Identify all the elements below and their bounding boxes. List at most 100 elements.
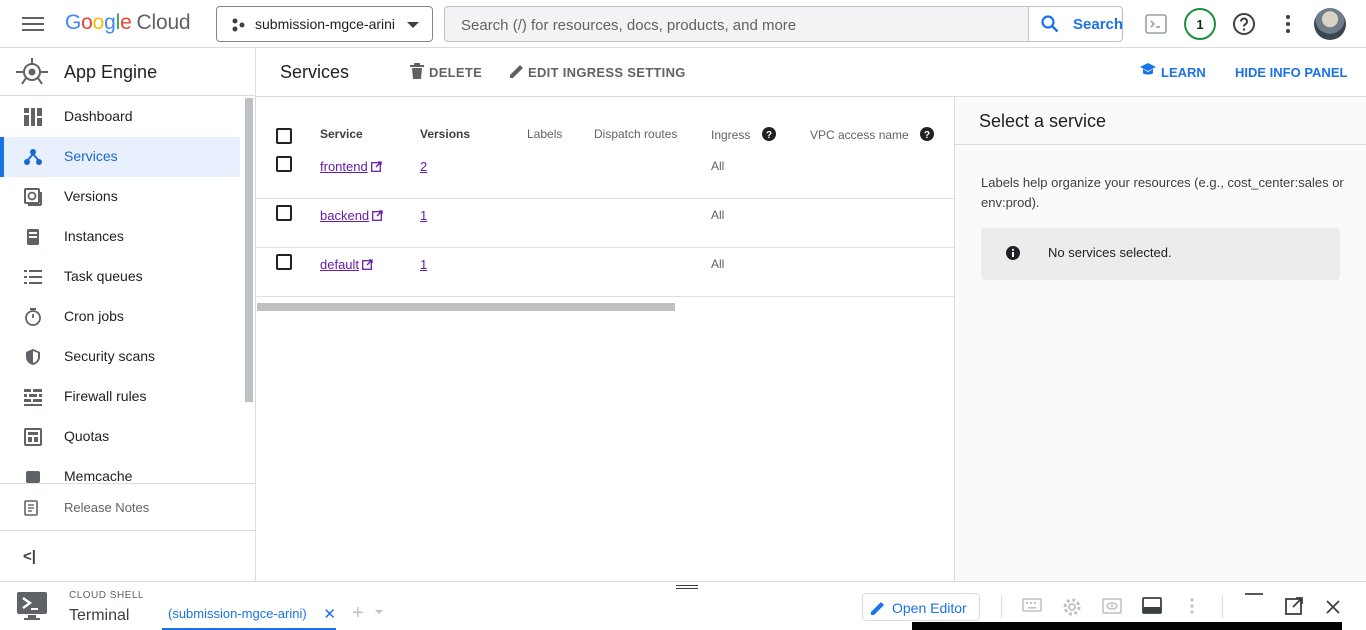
close-tab-icon[interactable]: ✕ (323, 605, 336, 623)
column-header-ingress-label: Ingress (711, 128, 751, 142)
sidebar: App Engine Dashboard Services Versions I… (0, 48, 256, 581)
service-link[interactable]: backend (320, 208, 383, 223)
page-header: Services DELETE EDIT INGRESS SETTING LEA… (256, 48, 1366, 97)
release-notes-link[interactable]: Release Notes (0, 483, 255, 531)
sidebar-item-label: Versions (64, 188, 118, 204)
pencil-icon (510, 65, 523, 78)
sidebar-header: App Engine (0, 48, 255, 96)
collapse-sidebar-button[interactable]: <| (23, 548, 36, 565)
row-checkbox[interactable] (276, 156, 292, 172)
open-editor-button[interactable]: Open Editor (862, 593, 980, 621)
chevron-down-icon (407, 22, 419, 28)
more-vert-icon[interactable] (1186, 597, 1198, 615)
row-checkbox[interactable] (276, 205, 292, 221)
gear-icon[interactable] (1062, 597, 1082, 617)
sidebar-item-cron-jobs[interactable]: Cron jobs (0, 297, 240, 337)
edit-ingress-setting-button[interactable]: EDIT INGRESS SETTING (510, 65, 686, 80)
open-in-new-window-icon[interactable] (1285, 597, 1303, 615)
sidebar-item-instances[interactable]: Instances (0, 217, 240, 257)
info-panel-description: Labels help organize your resources (e.g… (981, 175, 1344, 210)
school-icon (1140, 63, 1156, 75)
toolbar-divider (1001, 596, 1002, 618)
project-name: submission-mgce-arini (255, 16, 396, 32)
close-icon[interactable] (1326, 600, 1340, 614)
logo-letter: e (120, 11, 132, 34)
table-horizontal-scrollbar[interactable] (257, 303, 675, 311)
logo-cloud-text: Cloud (136, 11, 191, 34)
edit-ingress-label: EDIT INGRESS SETTING (528, 65, 686, 80)
chevron-down-icon[interactable] (375, 610, 383, 614)
terminal-title: Terminal (69, 607, 130, 624)
minimize-icon[interactable] (1245, 590, 1263, 600)
row-checkbox[interactable] (276, 254, 292, 270)
account-avatar[interactable] (1314, 8, 1346, 40)
trash-icon (410, 63, 424, 79)
keyboard-icon[interactable] (1022, 597, 1042, 613)
open-editor-label: Open Editor (892, 600, 967, 616)
versions-link[interactable]: 2 (420, 159, 427, 174)
learn-button[interactable]: LEARN (1140, 63, 1206, 80)
services-icon (24, 149, 42, 165)
service-link[interactable]: default (320, 257, 373, 272)
sidebar-item-versions[interactable]: Versions (0, 177, 240, 217)
cloud-shell-icon[interactable] (1144, 12, 1168, 36)
dock-bottom-icon[interactable] (1142, 597, 1162, 615)
sidebar-item-label: Quotas (64, 428, 110, 444)
versions-link[interactable]: 1 (420, 257, 427, 272)
memcache-icon (26, 471, 40, 483)
logo-letter: o (92, 11, 105, 34)
service-name: default (320, 257, 360, 272)
ingress-value: All (711, 159, 725, 173)
sidebar-item-memcache[interactable]: Memcache (0, 457, 240, 483)
quotas-icon (24, 428, 42, 446)
resize-handle[interactable] (676, 585, 698, 589)
search-button[interactable]: Search (1028, 7, 1124, 41)
hide-info-panel-button[interactable]: HIDE INFO PANEL (1235, 65, 1347, 80)
sidebar-item-security-scans[interactable]: Security scans (0, 337, 240, 377)
delete-button[interactable]: DELETE (410, 63, 483, 80)
versions-icon (24, 188, 42, 206)
notifications-button[interactable]: 1 (1184, 8, 1216, 40)
search-input[interactable]: Search (/) for resources, docs, products… (461, 17, 796, 34)
sidebar-item-dashboard[interactable]: Dashboard (0, 97, 240, 137)
sidebar-item-label: Dashboard (64, 108, 133, 124)
terminal-tab[interactable]: (submission-mgce-arini) ✕ (162, 606, 336, 630)
sidebar-item-quotas[interactable]: Quotas (0, 417, 240, 457)
dashboard-icon (24, 108, 42, 126)
learn-label: LEARN (1161, 65, 1206, 80)
pencil-icon (871, 602, 884, 615)
sidebar-item-services[interactable]: Services (0, 137, 240, 177)
add-tab-button[interactable]: + (352, 602, 364, 625)
table-row: default 1 All (256, 248, 954, 297)
info-panel: Select a service Labels help organize yo… (954, 97, 1366, 581)
service-link[interactable]: frontend (320, 159, 382, 174)
column-header-service[interactable]: Service (320, 127, 363, 141)
service-name: backend (320, 208, 370, 223)
sidebar-item-label: Firewall rules (64, 388, 147, 404)
shield-icon (26, 349, 40, 365)
column-header-ingress: Ingress ? (711, 127, 776, 142)
more-vert-icon[interactable] (1276, 12, 1300, 36)
select-all-checkbox[interactable] (276, 128, 292, 144)
sidebar-nav: Dashboard Services Versions Instances Ta… (0, 97, 240, 483)
main-menu-icon[interactable] (22, 14, 44, 34)
help-icon[interactable]: ? (920, 127, 935, 141)
no-selection-text: No services selected. (1048, 245, 1172, 260)
google-cloud-logo[interactable]: Google Cloud (65, 11, 191, 35)
column-header-versions[interactable]: Versions (420, 127, 470, 141)
sidebar-item-firewall-rules[interactable]: Firewall rules (0, 377, 240, 417)
sidebar-scrollbar[interactable] (245, 98, 253, 402)
web-preview-icon[interactable] (1102, 597, 1122, 615)
page-title: Services (280, 62, 350, 82)
help-icon[interactable] (1232, 12, 1256, 36)
release-notes-icon (24, 500, 38, 516)
search-button-label: Search (1073, 16, 1124, 33)
column-header-labels: Labels (527, 127, 563, 141)
help-icon[interactable]: ? (761, 127, 776, 141)
sidebar-item-task-queues[interactable]: Task queues (0, 257, 240, 297)
project-picker[interactable]: submission-mgce-arini (216, 6, 433, 42)
sidebar-item-label: Cron jobs (64, 308, 124, 324)
delete-label: DELETE (429, 65, 483, 80)
sidebar-item-label: Task queues (64, 268, 143, 284)
versions-link[interactable]: 1 (420, 208, 427, 223)
